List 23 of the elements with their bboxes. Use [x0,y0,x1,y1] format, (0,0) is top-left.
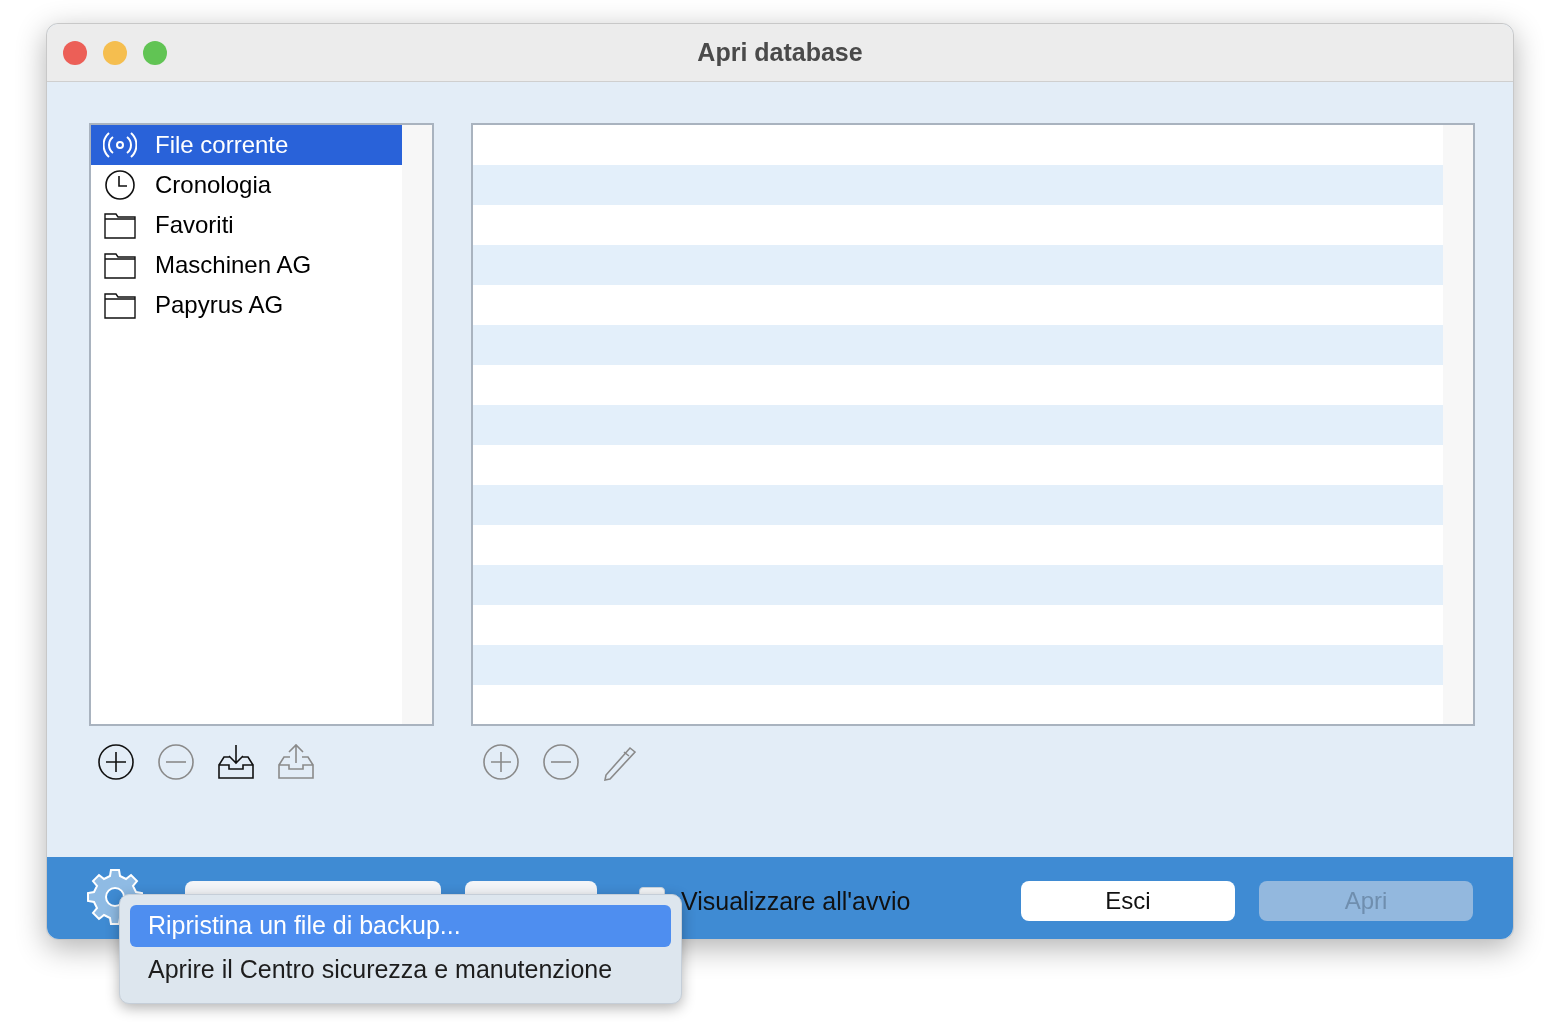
table-row[interactable] [473,645,1443,685]
table-row[interactable] [473,565,1443,605]
broadcast-icon [103,129,137,161]
minimize-button[interactable] [103,41,127,65]
quit-button[interactable]: Esci [1021,881,1235,921]
table-row[interactable] [473,485,1443,525]
table-row[interactable] [473,325,1443,365]
import-button[interactable] [217,743,255,781]
window-title: Apri database [697,36,863,68]
menu-item[interactable]: Aprire il Centro sicurezza e manutenzione [130,949,671,991]
sidebar-item[interactable]: Maschinen AG [91,245,403,285]
zoom-button[interactable] [143,41,167,65]
table-row[interactable] [473,405,1443,445]
sidebar-item[interactable]: File corrente [91,125,403,165]
sidebar-item[interactable]: Cronologia [91,165,403,205]
checkbox-label: Visualizzare all'avvio [681,886,911,917]
sidebar-item[interactable]: Favoriti [91,205,403,245]
clock-icon [103,169,137,201]
table-row[interactable] [473,245,1443,285]
add-button[interactable] [97,743,135,781]
sidebar-item[interactable]: Papyrus AG [91,285,403,325]
close-button[interactable] [63,41,87,65]
table-row[interactable] [473,165,1443,205]
